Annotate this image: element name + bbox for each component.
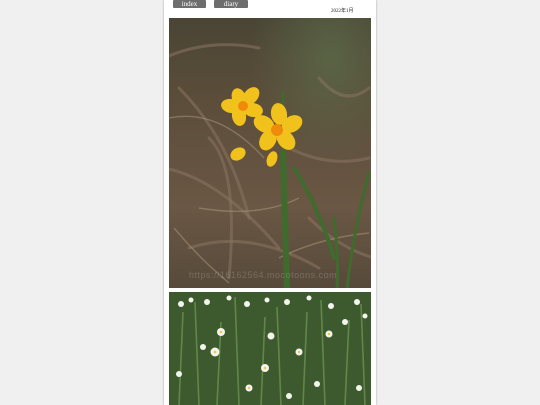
index-link[interactable]: index	[173, 0, 206, 8]
diary-page: index diary index 2022年1月 https://161625…	[164, 0, 376, 405]
daffodil-closeup-image	[169, 18, 371, 288]
daffodil-closeup-photo[interactable]: https://16162564.mocotoons.com	[169, 18, 371, 288]
top-nav: index diary index 2022年1月	[164, 0, 376, 18]
daffodil-field-photo[interactable]	[169, 292, 371, 405]
photo-watermark: https://16162564.mocotoons.com	[189, 270, 338, 280]
diary-date: 2022年1月	[331, 9, 354, 14]
daffodil-field-image	[169, 292, 371, 405]
diary-index-link[interactable]: diary index	[214, 0, 248, 16]
